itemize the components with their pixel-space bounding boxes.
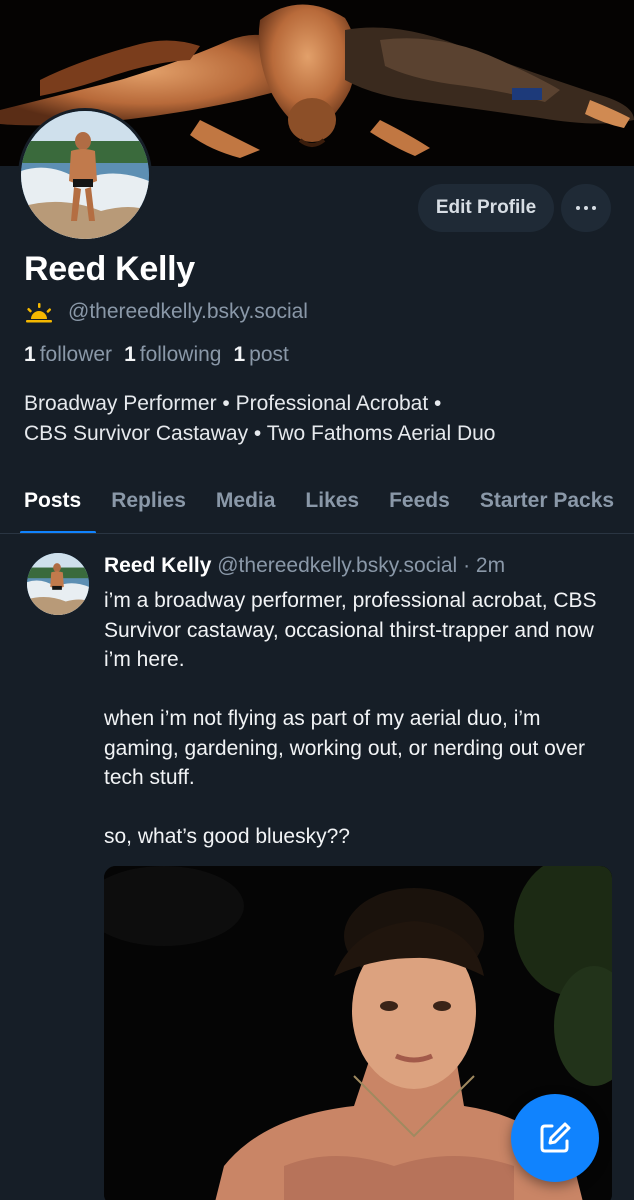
tab-feeds[interactable]: Feeds [374,468,465,533]
compose-icon [540,1122,571,1153]
followers-count[interactable]: 1 follower [24,343,112,367]
profile-bio: Broadway Performer • Professional Acroba… [24,389,614,449]
avatar-image [27,553,89,615]
handle-row: @thereedkelly.bsky.social [24,300,308,324]
post-paragraph: i’m a broadway performer, professional a… [104,589,597,671]
posts-count: 1 post [233,343,289,366]
sun-icon [26,303,52,323]
edit-profile-button[interactable]: Edit Profile [418,184,554,232]
profile-display-name: Reed Kelly [24,250,195,288]
bio-line: Broadway Performer • Professional Acroba… [24,392,442,415]
avatar-image [21,111,149,239]
post-paragraph: when i’m not flying as part of my aerial… [104,707,585,789]
tab-replies[interactable]: Replies [96,468,201,533]
post-paragraph: so, what’s good bluesky?? [104,825,350,848]
post-timestamp[interactable]: 2m [476,554,505,577]
post-separator: · [463,554,471,577]
post-text: i’m a broadway performer, professional a… [104,586,614,852]
post-author-name[interactable]: Reed Kelly [104,554,211,577]
profile-tabs: Posts Replies Media Likes Feeds Starter … [0,468,634,534]
compose-button[interactable] [511,1094,599,1182]
post-author-avatar[interactable] [27,553,89,615]
tab-media[interactable]: Media [201,468,291,533]
tab-posts[interactable]: Posts [0,468,97,533]
bio-line: CBS Survivor Castaway • Two Fathoms Aeri… [24,422,496,445]
profile-avatar[interactable] [18,108,152,242]
profile-handle: @thereedkelly.bsky.social [68,300,308,323]
post-author-handle[interactable]: @thereedkelly.bsky.social [217,554,457,577]
following-count[interactable]: 1 following [124,343,221,367]
tab-starter-packs[interactable]: Starter Packs [465,468,629,533]
tab-likes[interactable]: Likes [290,468,374,533]
profile-stats: 1 follower 1 following 1 post [24,343,301,367]
more-options-button[interactable] [561,184,611,232]
ellipsis-icon [576,206,580,210]
post-header: Reed Kelly @thereedkelly.bsky.social · 2… [104,554,505,578]
